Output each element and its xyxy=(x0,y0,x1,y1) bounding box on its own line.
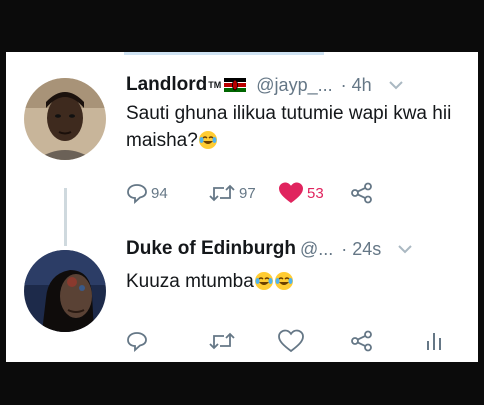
avatar[interactable] xyxy=(24,78,106,160)
reply-button[interactable]: 94 xyxy=(126,178,168,208)
tears-of-joy-icon xyxy=(254,271,274,299)
scroll-accent xyxy=(124,52,324,55)
retweet-icon xyxy=(209,332,235,350)
chevron-down-icon[interactable] xyxy=(388,79,404,91)
share-button[interactable] xyxy=(350,326,374,356)
display-name[interactable]: Landlord xyxy=(126,74,207,96)
tweet-actions: 94 97 53 xyxy=(126,178,466,208)
reply-icon xyxy=(127,184,147,204)
retweet-button[interactable]: 97 xyxy=(208,178,256,208)
display-name[interactable]: Duke of Edinburgh xyxy=(126,238,296,260)
tweet-actions xyxy=(126,326,466,356)
tweet-header: Landlord TM @jayp_... · 4h xyxy=(126,70,466,100)
like-button[interactable] xyxy=(278,326,304,356)
tweet-text: Kuuza mtumba xyxy=(126,268,466,299)
tweet[interactable]: Landlord TM @jayp_... · 4h Sauti ghuna i… xyxy=(6,70,478,246)
like-button[interactable]: 53 xyxy=(278,178,324,208)
tweet-text: Sauti ghuna ilikua tutumie wapi kwa hii … xyxy=(126,100,466,158)
trademark-mark: TM xyxy=(208,80,222,90)
tweet[interactable]: Duke of Edinburgh @... · 24s Kuuza mtumb… xyxy=(6,234,478,359)
share-icon xyxy=(351,330,372,352)
timestamp[interactable]: · 24s xyxy=(341,239,381,260)
heart-icon xyxy=(278,329,304,353)
share-icon xyxy=(351,182,372,204)
tweet-header: Duke of Edinburgh @... · 24s xyxy=(126,234,466,264)
share-button[interactable] xyxy=(350,178,374,208)
kenya-flag-icon xyxy=(224,78,247,92)
user-handle[interactable]: @jayp_... xyxy=(256,75,332,96)
reply-button[interactable] xyxy=(126,326,148,356)
heart-icon xyxy=(279,182,303,203)
avatar[interactable] xyxy=(24,250,106,332)
reply-icon xyxy=(127,332,147,352)
user-handle[interactable]: @... xyxy=(300,239,333,260)
tears-of-joy-icon xyxy=(274,271,294,299)
timeline-card: Landlord TM @jayp_... · 4h Sauti ghuna i… xyxy=(6,52,478,362)
chevron-down-icon[interactable] xyxy=(397,243,413,255)
timestamp[interactable]: · 4h xyxy=(341,75,372,96)
retweet-button[interactable] xyxy=(208,326,236,356)
reply-count: 94 xyxy=(151,184,168,202)
like-count: 53 xyxy=(307,184,324,202)
tweet-body: Kuuza mtumba xyxy=(126,271,254,292)
analytics-button[interactable] xyxy=(424,326,444,356)
retweet-count: 97 xyxy=(239,184,256,202)
analytics-icon xyxy=(427,333,441,350)
tweet-body: Sauti ghuna ilikua tutumie wapi kwa hii … xyxy=(126,103,452,151)
tears-of-joy-icon xyxy=(198,130,218,158)
retweet-icon xyxy=(209,184,235,202)
